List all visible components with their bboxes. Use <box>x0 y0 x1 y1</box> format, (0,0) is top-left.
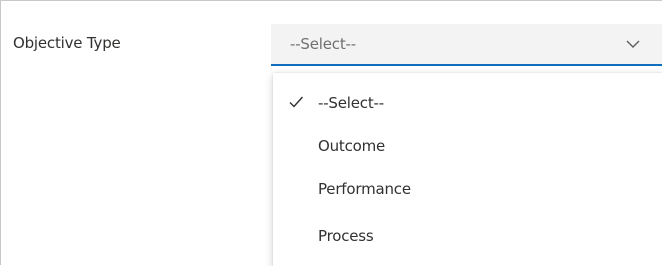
chevron-down-icon[interactable] <box>625 38 641 50</box>
option-label: --Select-- <box>318 94 384 112</box>
option-label: Process <box>318 227 374 245</box>
objective-type-dropdown-list: --Select-- Outcome Performance Process <box>273 73 662 266</box>
objective-type-select[interactable]: --Select-- <box>271 24 662 66</box>
option-performance[interactable]: Performance <box>273 167 662 211</box>
option-label: Performance <box>318 180 411 198</box>
option-select[interactable]: --Select-- <box>273 81 662 125</box>
option-label: Outcome <box>318 137 386 155</box>
objective-type-label: Objective Type <box>13 34 121 52</box>
checkmark-icon <box>289 96 304 108</box>
form-panel: Objective Type --Select-- --Select-- Out… <box>0 0 662 266</box>
select-current-value: --Select-- <box>290 35 356 53</box>
option-process[interactable]: Process <box>273 214 662 258</box>
option-outcome[interactable]: Outcome <box>273 124 662 168</box>
